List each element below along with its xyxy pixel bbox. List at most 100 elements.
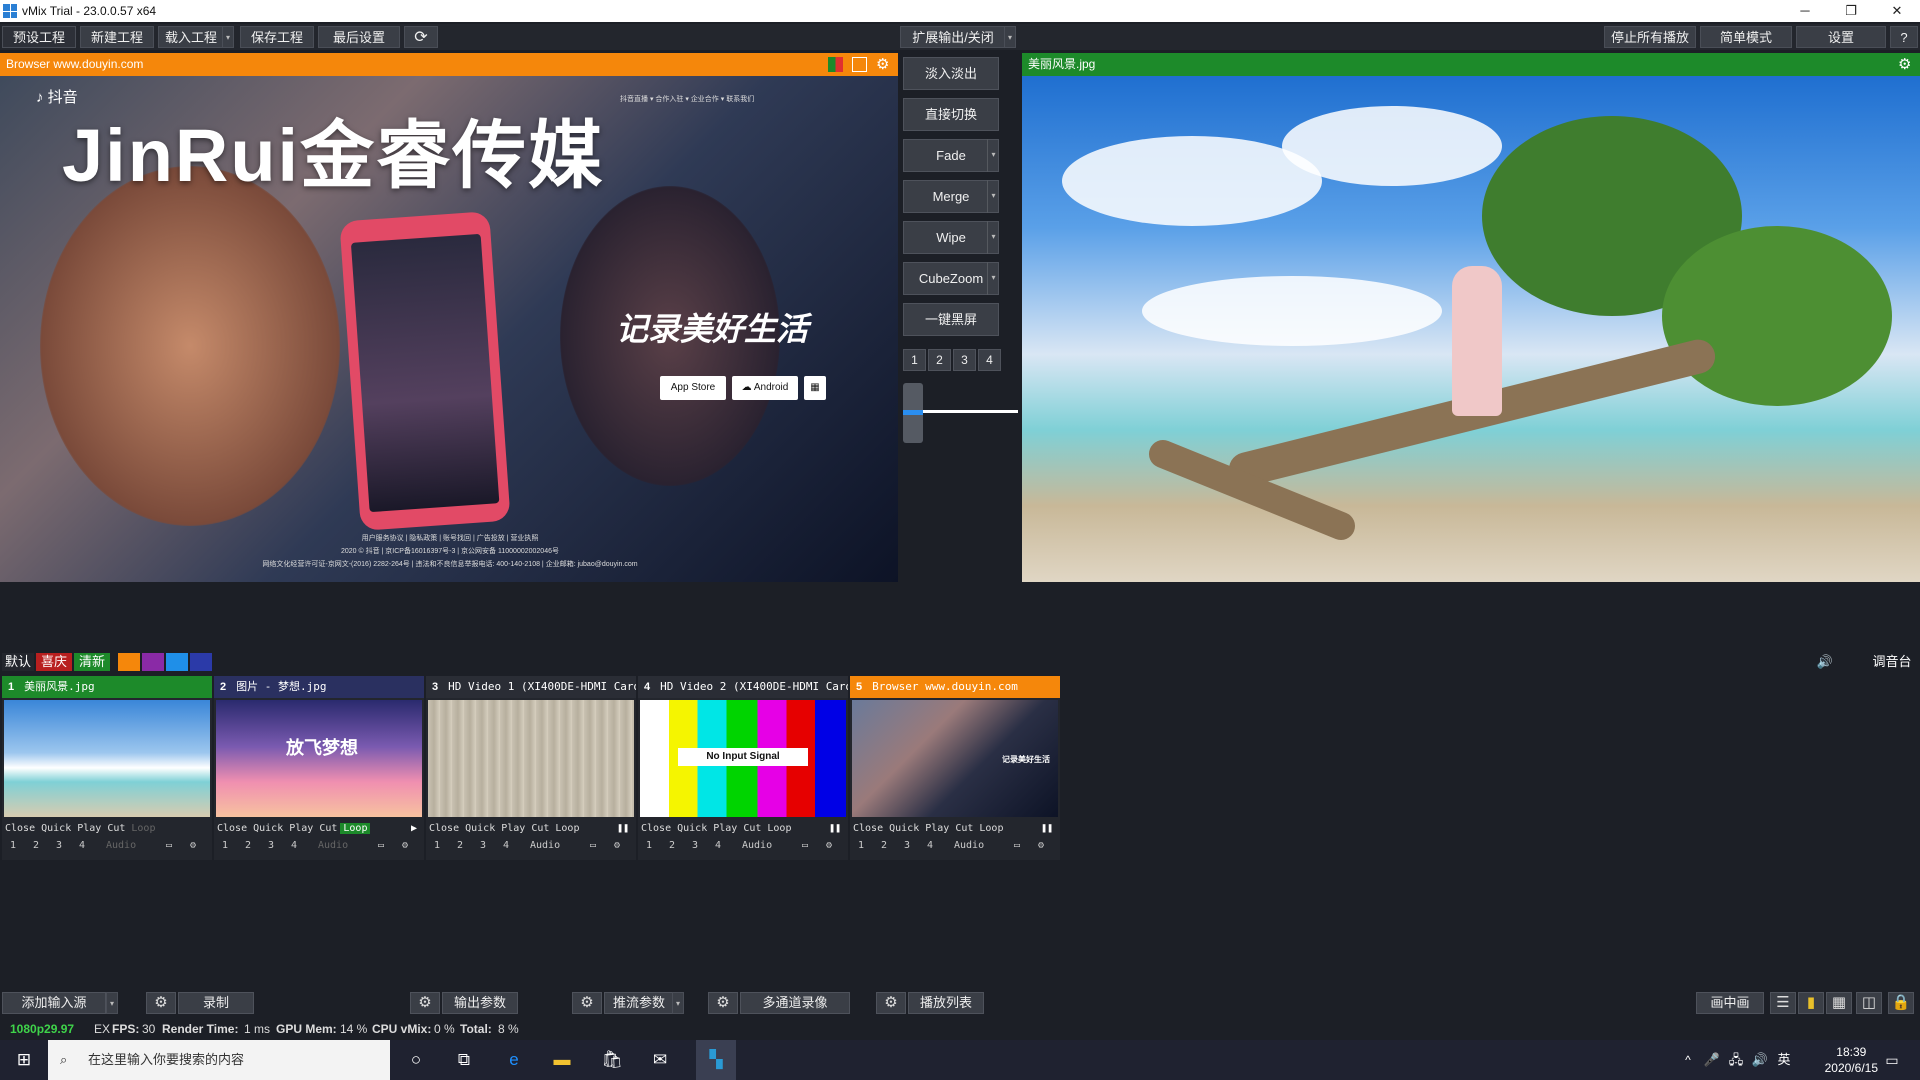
input-thumbnail[interactable] [428, 700, 634, 817]
external-output-button[interactable]: 扩展输出/关闭 [900, 26, 1006, 48]
input-thumbnail[interactable]: 记录美好生活 [852, 700, 1058, 817]
taskbar-search-input[interactable]: ⌕ 在这里输入你要搜索的内容 [48, 1040, 390, 1080]
overlay-3-button[interactable]: 3 [480, 840, 486, 851]
overlay-1-button[interactable]: 1 [903, 349, 926, 371]
quick-play-button[interactable]: Quick Play [674, 823, 740, 834]
output-gear-icon[interactable]: ⚙ [410, 992, 440, 1014]
quick-play-button[interactable]: Quick Play [38, 823, 104, 834]
play-icon[interactable]: ▶ [408, 823, 420, 834]
edge-browser-icon[interactable]: e [502, 1048, 526, 1072]
cubezoom-dropdown-icon[interactable]: ▾ [987, 262, 999, 295]
close-button[interactable]: Close [426, 823, 462, 834]
grid-view-icon[interactable]: ▦ [1826, 992, 1852, 1014]
cut-button[interactable]: Cut [952, 823, 976, 834]
audio-button[interactable]: Audio [318, 840, 348, 851]
category-fresh-tab[interactable]: 清新 [74, 653, 110, 671]
pip-button[interactable]: 画中画 [1696, 992, 1764, 1014]
pause-icon[interactable]: ❚❚ [1038, 823, 1056, 834]
cut-button[interactable]: Cut [104, 823, 128, 834]
monitor-icon[interactable]: ▭ [1014, 840, 1020, 851]
input-card[interactable]: 4 HD Video 2 (XI400DE-HDMI Card) No Input … [638, 676, 848, 860]
category-purple-swatch[interactable] [142, 653, 164, 671]
fade-in-out-button[interactable]: 淡入淡出 [903, 57, 999, 90]
playlist-button[interactable]: 播放列表 [908, 992, 984, 1014]
new-project-button[interactable]: 新建工程 [80, 26, 154, 48]
stream-dropdown-icon[interactable]: ▾ [672, 992, 684, 1014]
record-gear-icon[interactable]: ⚙ [146, 992, 176, 1014]
camera-icon[interactable]: ◫ [1856, 992, 1882, 1014]
pause-icon[interactable]: ❚❚ [614, 823, 632, 834]
tray-up-icon[interactable]: ^ [1676, 1048, 1700, 1072]
overlay-2-button[interactable]: 2 [669, 840, 675, 851]
overlay-4-button[interactable]: 4 [715, 840, 721, 851]
color-icon[interactable] [828, 57, 843, 72]
overlay-3-button[interactable]: 3 [692, 840, 698, 851]
overlay-1-button[interactable]: 1 [858, 840, 864, 851]
cubezoom-button[interactable]: CubeZoom [903, 262, 999, 295]
input-card[interactable]: 1 美丽风景.jpg Close Quick Play Cut Loop 1 2 3 4 Audio… [2, 676, 212, 860]
close-button[interactable]: Close [214, 823, 250, 834]
input-gear-icon[interactable]: ⚙ [190, 840, 196, 851]
output-params-button[interactable]: 输出参数 [442, 992, 518, 1014]
loop-button[interactable]: Loop [552, 823, 582, 834]
audio-button[interactable]: Audio [530, 840, 560, 851]
wipe-button[interactable]: Wipe [903, 221, 999, 254]
monitor-icon[interactable]: ▭ [802, 840, 808, 851]
quick-play-button[interactable]: Quick Play [886, 823, 952, 834]
audio-speaker-icon[interactable]: 🔊 [1810, 653, 1840, 671]
overlay-2-button[interactable]: 2 [881, 840, 887, 851]
stream-params-button[interactable]: 推流参数 [604, 992, 674, 1014]
overlay-1-button[interactable]: 1 [222, 840, 228, 851]
add-input-dropdown-icon[interactable]: ▾ [106, 992, 118, 1014]
cut-button[interactable]: Cut [740, 823, 764, 834]
t-bar-track[interactable] [923, 410, 1018, 413]
overlay-1-button[interactable]: 1 [10, 840, 16, 851]
restore-button[interactable]: ❐ [1828, 0, 1874, 22]
audio-button[interactable]: Audio [106, 840, 136, 851]
black-screen-button[interactable]: 一键黑屏 [903, 303, 999, 336]
merge-button[interactable]: Merge [903, 180, 999, 213]
overlay-4-button[interactable]: 4 [927, 840, 933, 851]
input-gear-icon[interactable]: ⚙ [614, 840, 620, 851]
input-thumbnail[interactable]: 放飞梦想 [216, 700, 422, 817]
close-button[interactable]: Close [2, 823, 38, 834]
cut-button[interactable]: 直接切换 [903, 98, 999, 131]
input-card-header[interactable]: 2 图片 - 梦想.jpg [214, 676, 424, 698]
input-gear-icon[interactable]: ⚙ [1038, 840, 1044, 851]
output-panel[interactable]: 美丽风景.jpg ⚙ [1022, 53, 1920, 582]
multicorder-gear-icon[interactable]: ⚙ [708, 992, 738, 1014]
wipe-dropdown-icon[interactable]: ▾ [987, 221, 999, 254]
cortana-icon[interactable]: ○ [404, 1048, 428, 1072]
input-card[interactable]: 3 HD Video 1 (XI400DE-HDMI Card) Close Quic… [426, 676, 636, 860]
overlay-2-button[interactable]: 2 [245, 840, 251, 851]
windows-start-icon[interactable]: ⊞ [12, 1048, 36, 1072]
overlay-3-button[interactable]: 3 [268, 840, 274, 851]
input-thumbnail[interactable] [4, 700, 210, 817]
preview-panel[interactable]: Browser www.douyin.com ⚙ ♪ 抖音 JinRui金睿传媒… [0, 53, 898, 582]
taskbar-clock[interactable]: 18:39 2020/6/15 [1825, 1044, 1878, 1076]
vmix-taskbar-icon[interactable]: ▚ [696, 1040, 736, 1080]
overlay-1-button[interactable]: 1 [646, 840, 652, 851]
overlay-4-button[interactable]: 4 [978, 349, 1001, 371]
fullscreen-icon[interactable] [852, 57, 867, 72]
loop-button[interactable]: Loop [128, 823, 158, 834]
microphone-icon[interactable]: 🎤 [1700, 1048, 1724, 1072]
merge-dropdown-icon[interactable]: ▾ [987, 180, 999, 213]
network-icon[interactable]: 🖧 [1724, 1048, 1748, 1072]
overlay-4-button[interactable]: 4 [503, 840, 509, 851]
overlay-2-button[interactable]: 2 [33, 840, 39, 851]
monitor-icon[interactable]: ▭ [166, 840, 172, 851]
quick-play-button[interactable]: Quick Play [250, 823, 316, 834]
stream-gear-icon[interactable]: ⚙ [572, 992, 602, 1014]
simple-mode-button[interactable]: 简单模式 [1700, 26, 1792, 48]
record-button[interactable]: 录制 [178, 992, 254, 1014]
ime-indicator[interactable]: 英 [1772, 1048, 1796, 1072]
overlay-2-button[interactable]: 2 [457, 840, 463, 851]
open-project-button[interactable]: 载入工程 [158, 26, 224, 48]
audio-meter-icon[interactable]: ▮ [1798, 992, 1824, 1014]
cut-button[interactable]: Cut [528, 823, 552, 834]
pause-icon[interactable]: ❚❚ [826, 823, 844, 834]
close-button[interactable]: Close [638, 823, 674, 834]
minimize-button[interactable]: ─ [1782, 0, 1828, 22]
store-icon[interactable]: 🛍 [600, 1048, 624, 1072]
